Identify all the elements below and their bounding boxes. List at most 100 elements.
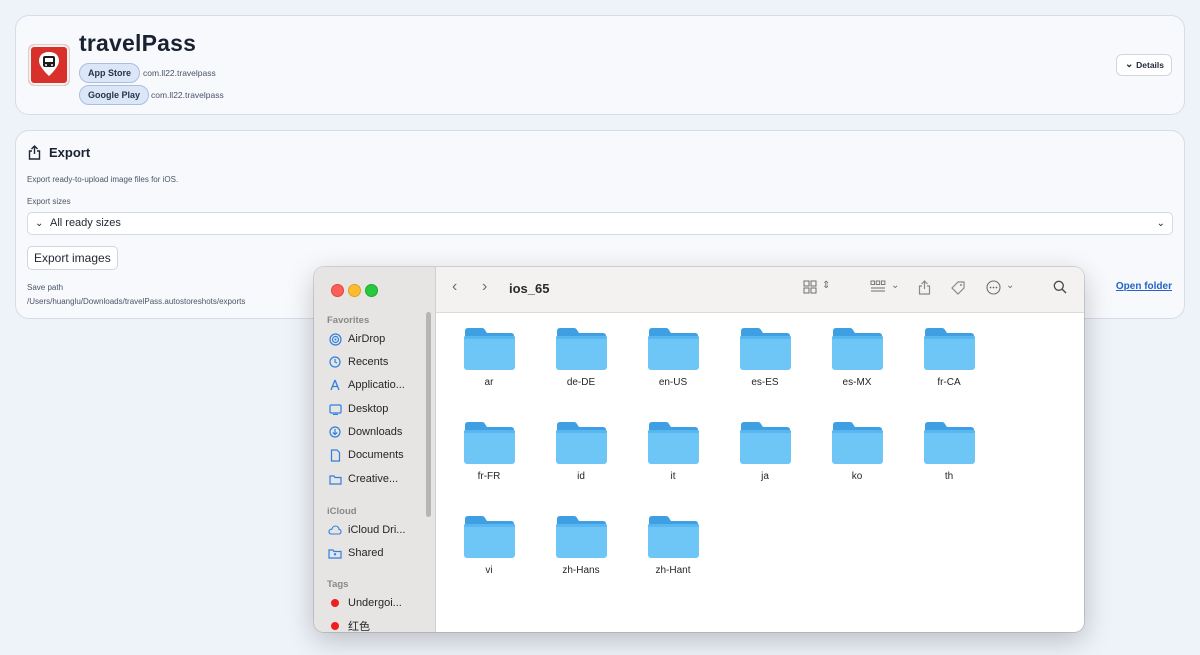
folder-item[interactable]: ko bbox=[817, 407, 897, 487]
details-button[interactable]: ⌄ Details bbox=[1116, 54, 1172, 76]
share-icon bbox=[28, 145, 41, 160]
folder-item[interactable]: fr-FR bbox=[449, 407, 529, 487]
share-icon[interactable] bbox=[918, 280, 931, 295]
folder-item[interactable]: es-MX bbox=[817, 313, 897, 393]
folder-item[interactable]: en-US bbox=[633, 313, 713, 393]
zoom-window-button[interactable] bbox=[365, 284, 378, 297]
folder-label: ja bbox=[761, 471, 769, 482]
folder-icon bbox=[924, 422, 975, 464]
tags-section-label: Tags bbox=[327, 579, 349, 590]
select-chevron-icon: ⌄ bbox=[1156, 218, 1165, 229]
folder-item[interactable]: vi bbox=[449, 501, 529, 581]
sidebar-item-downloads[interactable]: Downloads bbox=[328, 423, 428, 441]
folder-icon bbox=[556, 328, 607, 370]
folder-item[interactable]: es-ES bbox=[725, 313, 805, 393]
folder-label: es-ES bbox=[751, 377, 779, 388]
folder-label: zh-Hant bbox=[655, 565, 691, 576]
folder-item[interactable]: de-DE bbox=[541, 313, 621, 393]
applications-icon bbox=[328, 378, 342, 392]
folder-label: it bbox=[670, 471, 676, 482]
sidebar-item-desktop[interactable]: Desktop bbox=[328, 400, 428, 418]
back-icon[interactable]: ‹ bbox=[452, 278, 457, 296]
folder-icon bbox=[648, 422, 699, 464]
icon-view-icon[interactable] bbox=[803, 280, 817, 294]
more-chevron-icon[interactable]: ⌄ bbox=[1006, 280, 1014, 291]
export-images-button[interactable]: Export images bbox=[27, 246, 118, 270]
folder-label: es-MX bbox=[842, 377, 872, 388]
folder-item[interactable]: zh-Hant bbox=[633, 501, 713, 581]
forward-icon[interactable]: › bbox=[482, 278, 487, 296]
folder-label: en-US bbox=[658, 377, 688, 388]
open-folder-link[interactable]: Open folder bbox=[1116, 281, 1172, 292]
sidebar-item-creative[interactable]: Creative... bbox=[328, 470, 428, 488]
folder-icon bbox=[648, 516, 699, 558]
folder-label: ko bbox=[851, 471, 863, 482]
finder-sidebar: Favorites AirDrop Recents Applicatio... … bbox=[314, 267, 436, 632]
shared-folder-icon bbox=[328, 546, 342, 560]
folder-item[interactable]: th bbox=[909, 407, 989, 487]
sidebar-tag-undergoing[interactable]: Undergoi... bbox=[328, 594, 428, 612]
sidebar-item-label: Desktop bbox=[348, 403, 389, 415]
finder-toolbar: ‹ › ios_65 ⇕ ⌄ ⌄ bbox=[436, 267, 1084, 313]
folder-icon bbox=[740, 422, 791, 464]
favorites-section-label: Favorites bbox=[327, 315, 370, 326]
folder-label: th bbox=[944, 471, 954, 482]
folder-label: vi bbox=[485, 565, 493, 576]
chevron-down-icon: ⌄ bbox=[35, 218, 44, 229]
chevron-down-icon: ⌄ bbox=[1125, 59, 1134, 70]
folder-icon bbox=[464, 422, 515, 464]
folder-item[interactable]: id bbox=[541, 407, 621, 487]
folder-item[interactable]: fr-CA bbox=[909, 313, 989, 393]
sidebar-item-airdrop[interactable]: AirDrop bbox=[328, 330, 428, 348]
save-path-label: Save path bbox=[27, 283, 64, 292]
red-tag-dot-icon bbox=[328, 596, 342, 610]
sidebar-item-documents[interactable]: Documents bbox=[328, 446, 428, 464]
app-title: travelPass bbox=[79, 30, 197, 56]
sidebar-item-label: Creative... bbox=[348, 473, 399, 485]
sidebar-item-label: AirDrop bbox=[348, 333, 386, 345]
details-label: Details bbox=[1136, 60, 1164, 70]
sidebar-item-recents[interactable]: Recents bbox=[328, 353, 428, 371]
folder-title: ios_65 bbox=[509, 281, 550, 296]
folder-icon bbox=[556, 516, 607, 558]
sidebar-item-applications[interactable]: Applicatio... bbox=[328, 376, 428, 394]
google-play-badge[interactable]: Google Play bbox=[79, 85, 150, 105]
group-view-icon[interactable] bbox=[870, 280, 886, 294]
folder-item[interactable]: ar bbox=[449, 313, 529, 393]
folder-icon bbox=[648, 328, 699, 370]
folder-item[interactable]: zh-Hans bbox=[541, 501, 621, 581]
more-actions-icon[interactable] bbox=[986, 280, 1001, 295]
sidebar-item-label: 红色 bbox=[348, 621, 370, 632]
sidebar-item-icloud-drive[interactable]: iCloud Dri... bbox=[328, 521, 428, 539]
download-icon bbox=[328, 425, 342, 439]
export-sizes-label: Export sizes bbox=[27, 197, 71, 206]
sidebar-scrollbar[interactable] bbox=[426, 312, 431, 517]
export-sizes-value: All ready sizes bbox=[50, 217, 121, 229]
icloud-section-label: iCloud bbox=[327, 506, 357, 517]
close-window-button[interactable] bbox=[331, 284, 344, 297]
folder-item[interactable]: it bbox=[633, 407, 713, 487]
folder-grid: ar de-DE en-US es-ES es-MX fr-CA fr-FR id it ja ko… bbox=[436, 313, 1084, 632]
folder-item[interactable]: ja bbox=[725, 407, 805, 487]
folder-label: de-DE bbox=[566, 377, 596, 388]
app-store-badge[interactable]: App Store bbox=[79, 63, 141, 83]
app-icon bbox=[28, 44, 70, 86]
export-title: Export bbox=[49, 145, 91, 160]
export-sizes-select[interactable]: ⌄ All ready sizes ⌄ bbox=[27, 212, 1173, 235]
folder-label: fr-FR bbox=[477, 471, 501, 482]
group-chevron-icon[interactable]: ⌄ bbox=[891, 280, 899, 291]
export-description: Export ready-to-upload image files for i… bbox=[27, 175, 179, 184]
folder-icon bbox=[464, 328, 515, 370]
sidebar-item-shared[interactable]: Shared bbox=[328, 544, 428, 562]
search-icon[interactable] bbox=[1053, 280, 1067, 294]
folder-icon bbox=[464, 516, 515, 558]
minimize-window-button[interactable] bbox=[348, 284, 361, 297]
finder-window: Favorites AirDrop Recents Applicatio... … bbox=[314, 267, 1084, 632]
folder-icon bbox=[924, 328, 975, 370]
sidebar-item-label: Downloads bbox=[348, 426, 403, 438]
view-options-chevron-icon[interactable]: ⇕ bbox=[822, 280, 830, 291]
tag-icon[interactable] bbox=[950, 280, 966, 296]
document-icon bbox=[328, 448, 342, 462]
sidebar-tag-red[interactable]: 红色 bbox=[328, 617, 428, 632]
folder-label: fr-CA bbox=[937, 377, 961, 388]
